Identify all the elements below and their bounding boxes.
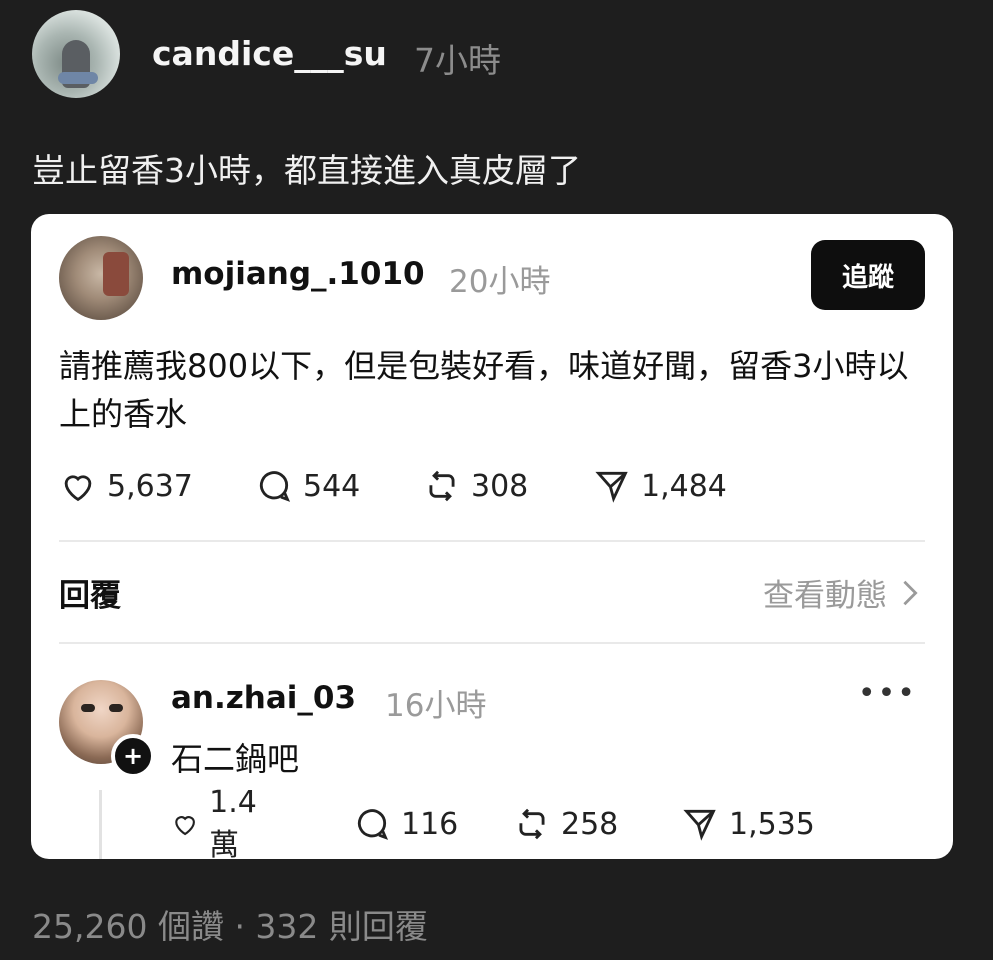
quoted-author-username[interactable]: mojiang_.1010 xyxy=(171,256,425,292)
heart-icon xyxy=(175,816,195,836)
reply-author-username[interactable]: an.zhai_03 xyxy=(171,680,356,716)
like-count: 5,637 xyxy=(107,468,193,504)
reply-share-button[interactable]: 1,535 xyxy=(681,804,815,844)
avatar-phone-shape xyxy=(103,252,129,296)
heart-icon xyxy=(64,475,92,502)
reply-timestamp: 16小時 xyxy=(385,688,487,724)
repost-button[interactable]: 308 xyxy=(423,466,528,506)
share-count: 1,484 xyxy=(641,468,727,504)
comment-button[interactable]: 544 xyxy=(255,466,360,506)
comment-icon xyxy=(259,471,291,502)
view-activity-label: 查看動態 xyxy=(763,578,887,614)
repost-count: 308 xyxy=(471,468,529,504)
share-icon xyxy=(595,471,628,503)
repost-icon xyxy=(519,808,545,840)
reply-text: 石二鍋吧 xyxy=(171,740,300,778)
like-button[interactable]: 5,637 xyxy=(59,466,193,506)
divider xyxy=(59,642,925,644)
divider xyxy=(59,540,925,542)
view-activity-link[interactable]: 查看動態 xyxy=(763,570,919,615)
quoted-timestamp: 20小時 xyxy=(449,264,551,300)
chevron-right-icon xyxy=(903,580,918,605)
comment-count: 544 xyxy=(303,468,361,504)
reply-button[interactable]: 回覆 xyxy=(59,570,121,615)
follow-button[interactable]: 追蹤 xyxy=(811,240,925,310)
quoted-post-text: 請推薦我800以下，但是包裝好看，味道好聞，留香3小時以上的香水 xyxy=(59,347,909,433)
reply-comment-count: 116 xyxy=(401,806,459,842)
reply-like-button[interactable]: 1.4萬 xyxy=(171,785,267,859)
reply-repost-count: 258 xyxy=(561,806,619,842)
comment-icon xyxy=(357,809,389,840)
post-author-avatar[interactable] xyxy=(32,10,120,98)
share-icon xyxy=(683,809,716,841)
share-button[interactable]: 1,484 xyxy=(593,466,727,506)
avatar-eye xyxy=(109,704,123,712)
quoted-post-card[interactable]: mojiang_.1010 20小時 追蹤 請推薦我800以下，但是包裝好看，味… xyxy=(31,214,953,859)
thread-line xyxy=(99,790,102,859)
post-text: 豈止留香3小時，都直接進入真皮層了 xyxy=(32,151,581,190)
plus-icon[interactable]: + xyxy=(111,734,155,778)
post-engagement-summary[interactable]: 25,260 個讚 · 332 則回覆 xyxy=(32,900,428,948)
reply-repost-button[interactable]: 258 xyxy=(513,804,618,844)
reply-comment-button[interactable]: 116 xyxy=(353,804,458,844)
avatar-eye xyxy=(81,704,95,712)
quoted-author-avatar[interactable] xyxy=(59,236,143,320)
more-icon[interactable]: ••• xyxy=(858,676,917,711)
reply-like-count: 1.4萬 xyxy=(209,784,257,860)
repost-icon xyxy=(429,470,455,502)
reply-share-count: 1,535 xyxy=(729,806,815,842)
post-timestamp: 7小時 xyxy=(414,41,501,80)
avatar-figure-legs xyxy=(58,72,98,84)
post-author-username[interactable]: candice___su xyxy=(152,34,387,73)
